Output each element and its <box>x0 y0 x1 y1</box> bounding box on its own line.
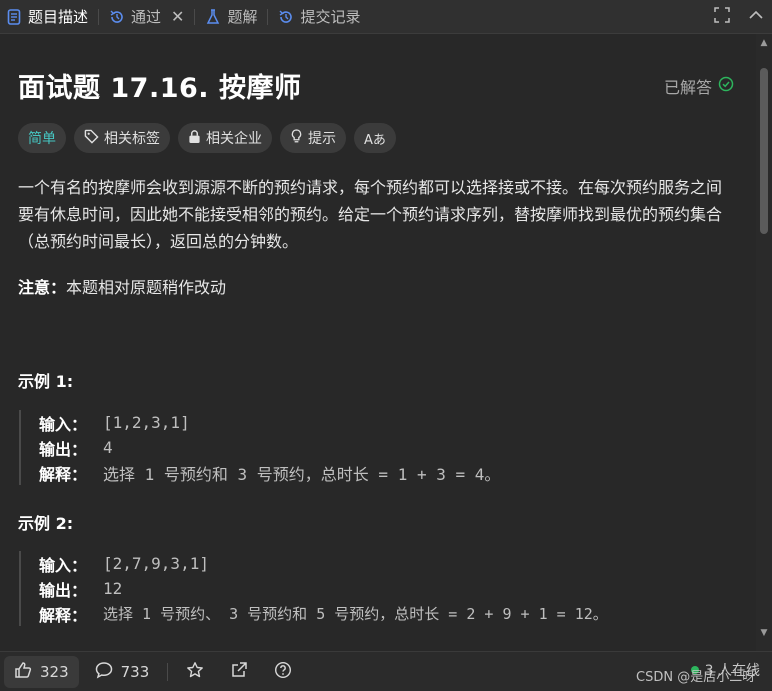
note-label: 注意： <box>18 278 67 297</box>
history-icon <box>278 9 294 25</box>
solved-label: 已解答 <box>663 78 712 97</box>
explain-label: 解释： <box>39 605 88 625</box>
output-label: 输出： <box>39 580 88 600</box>
scrollbar-thumb[interactable] <box>760 68 768 234</box>
problem-title: 面试题 17.16. 按摩师 <box>18 73 302 104</box>
problem-panel: 面试题 17.16. 按摩师 已解答 简单 相关标签 相关企业 提示 Aあ 一个… <box>0 34 756 651</box>
question-circle-icon <box>274 661 292 683</box>
example-explain-row: 解释： 选择 1 号预约和 3 号预约，总时长 = 1 + 3 = 4。 <box>39 460 500 485</box>
output-label: 输出： <box>39 439 88 459</box>
chevron-up-icon[interactable] <box>748 7 764 27</box>
tab-label: 题目描述 <box>28 8 89 26</box>
difficulty-label: 简单 <box>28 131 56 147</box>
star-icon <box>186 661 204 683</box>
problem-description: 一个有名的按摩师会收到源源不断的预约请求，每个预约都可以选择接或不接。在每次预约… <box>18 178 723 251</box>
example-output-row: 输出： 4 <box>39 435 500 460</box>
scroll-up-arrow-icon[interactable]: ▲ <box>759 38 769 48</box>
input-label: 输入： <box>39 414 88 434</box>
input-label: 输入： <box>39 555 88 575</box>
favorite-button[interactable] <box>186 661 204 683</box>
note-text: 本题相对原题稍作改动 <box>66 278 227 297</box>
related-companies-button[interactable]: 相关企业 <box>178 123 272 153</box>
document-icon <box>6 8 22 25</box>
tab-label: 题解 <box>227 8 258 26</box>
like-count: 323 <box>40 662 69 681</box>
share-icon <box>230 661 248 683</box>
tab-description[interactable]: 题目描述 <box>0 0 94 34</box>
tab-bar: 题目描述 通过 ✕ 题解 提交记录 <box>0 0 772 34</box>
close-icon[interactable]: ✕ <box>171 7 184 26</box>
problem-note: 注意：本题相对原题稍作改动 <box>18 274 226 298</box>
scroll-down-arrow-icon[interactable]: ▼ <box>759 628 769 638</box>
tab-divider <box>267 8 269 25</box>
check-circle-icon <box>718 76 734 96</box>
lock-icon <box>188 129 201 148</box>
comment-count: 733 <box>120 662 150 681</box>
example-block: 输入： [1,2,3,1] 输出： 4 解释： 选择 1 号预约和 3 号预约，… <box>19 410 500 485</box>
tab-label: 通过 <box>131 8 162 26</box>
hint-label: 提示 <box>308 131 336 147</box>
input-value: [1,2,3,1] <box>103 413 190 432</box>
tab-solutions[interactable]: 题解 <box>199 0 263 34</box>
help-button[interactable] <box>274 661 292 683</box>
example-input-row: 输入： [2,7,9,3,1] <box>39 551 608 576</box>
share-button[interactable] <box>230 661 248 683</box>
output-value: 4 <box>103 438 113 457</box>
like-button[interactable]: 323 <box>4 655 79 688</box>
history-icon <box>109 9 125 25</box>
comments-button[interactable]: 733 <box>95 661 150 683</box>
flask-icon <box>205 8 221 25</box>
example-output-row: 输出： 12 <box>39 576 608 601</box>
fullscreen-icon[interactable] <box>714 7 730 27</box>
input-value: [2,7,9,3,1] <box>103 554 209 573</box>
explain-value: 选择 1 号预约、 3 号预约和 5 号预约，总时长 = 2 + 9 + 1 =… <box>103 605 608 623</box>
translate-icon: Aあ <box>364 132 386 148</box>
related-companies-label: 相关企业 <box>206 131 262 147</box>
tag-row: 简单 相关标签 相关企业 提示 Aあ <box>18 123 396 153</box>
example-explain-row: 解释： 选择 1 号预约、 3 号预约和 5 号预约，总时长 = 2 + 9 +… <box>39 601 608 626</box>
thumbs-up-icon <box>14 661 32 683</box>
output-value: 12 <box>103 579 123 598</box>
hint-button[interactable]: 提示 <box>280 123 346 153</box>
example-input-row: 输入： [1,2,3,1] <box>39 410 500 435</box>
tab-accepted[interactable]: 通过 ✕ <box>103 0 190 34</box>
example-block: 输入： [2,7,9,3,1] 输出： 12 解释： 选择 1 号预约、 3 号… <box>19 551 608 626</box>
tab-label: 提交记录 <box>300 8 361 26</box>
tab-submissions[interactable]: 提交记录 <box>272 0 366 34</box>
comment-icon <box>95 661 113 683</box>
explain-label: 解释： <box>39 464 88 484</box>
watermark: CSDN @是店小二呀 <box>636 670 756 685</box>
example-title: 示例 1: <box>18 372 74 391</box>
difficulty-badge[interactable]: 简单 <box>18 123 66 153</box>
lightbulb-icon <box>290 128 303 148</box>
panel-controls <box>714 0 764 34</box>
related-tags-label: 相关标签 <box>104 131 160 147</box>
tab-divider <box>98 8 100 25</box>
translate-button[interactable]: Aあ <box>354 123 396 153</box>
tag-icon <box>84 129 99 148</box>
bottom-toolbar: 323 733 3 人在线 CSDN @是店小二呀 <box>0 651 772 691</box>
solved-status: 已解答 <box>664 74 734 98</box>
explain-value: 选择 1 号预约和 3 号预约，总时长 = 1 + 3 = 4。 <box>103 464 501 484</box>
example-title: 示例 2: <box>18 514 74 533</box>
related-tags-button[interactable]: 相关标签 <box>74 123 170 153</box>
tab-divider <box>194 8 196 25</box>
toolbar-divider <box>167 662 169 681</box>
